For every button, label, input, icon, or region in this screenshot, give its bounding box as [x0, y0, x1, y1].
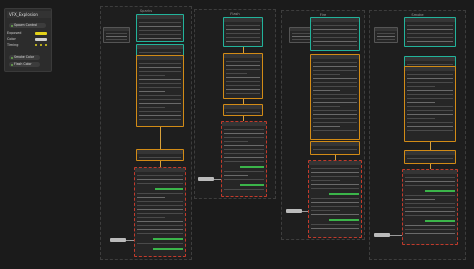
parameter-wire	[390, 235, 402, 236]
input-node[interactable]	[374, 27, 398, 43]
parameter-wire	[126, 240, 134, 241]
property-flash-color[interactable]: Flash Color	[9, 62, 40, 67]
flow-connector	[430, 142, 431, 150]
property-label: Flash Color	[14, 62, 32, 66]
spawn-context-node[interactable]	[310, 17, 360, 51]
property-dot-icon	[10, 24, 13, 27]
update-particle-node[interactable]	[310, 141, 360, 155]
spawn-context-node[interactable]	[223, 17, 263, 47]
color-field-yellow[interactable]	[35, 32, 47, 35]
property-label: Spawn Control	[14, 23, 38, 27]
property-label: Timing	[7, 43, 19, 47]
parameter-node[interactable]	[286, 209, 302, 213]
graph-title: VFX_Explosion	[7, 11, 51, 18]
flow-connector	[160, 127, 161, 149]
update-particle-node[interactable]	[223, 104, 263, 116]
update-particle-node[interactable]	[404, 150, 456, 164]
frame-title: Flash	[230, 12, 240, 16]
initialize-particle-node[interactable]	[136, 55, 184, 127]
property-row-timing: Timing	[7, 42, 49, 48]
frame-title: Sparks	[139, 9, 153, 13]
update-particle-node[interactable]	[136, 149, 184, 161]
keyframe-dot-icon[interactable]	[35, 44, 37, 46]
property-label: Color	[7, 37, 16, 41]
initialize-particle-node[interactable]	[310, 54, 360, 140]
parameter-node[interactable]	[374, 233, 390, 237]
property-dot-icon	[10, 56, 13, 59]
property-spawn-control[interactable]: Spawn Control	[9, 23, 46, 28]
properties-panel: VFX_Explosion Spawn Control Exposed Colo…	[4, 8, 52, 72]
property-smoke-color[interactable]: Smoke Color	[9, 55, 40, 60]
property-dot-icon	[10, 63, 13, 66]
spawn-context-node[interactable]	[136, 14, 184, 42]
output-particle-node[interactable]	[402, 169, 458, 245]
property-label: Exposed	[7, 31, 22, 35]
spawn-context-node[interactable]	[404, 17, 456, 47]
initialize-particle-node[interactable]	[223, 53, 263, 99]
parameter-node[interactable]	[110, 238, 126, 242]
output-particle-node[interactable]	[308, 160, 362, 238]
color-field-white[interactable]	[35, 38, 47, 41]
input-node[interactable]	[103, 27, 130, 43]
parameter-node[interactable]	[198, 177, 214, 181]
output-particle-node[interactable]	[221, 121, 267, 197]
keyframe-dot-icon[interactable]	[40, 44, 42, 46]
keyframe-dot-icon[interactable]	[45, 44, 47, 46]
initialize-particle-node[interactable]	[404, 66, 456, 142]
parameter-wire	[302, 211, 308, 212]
output-particle-node[interactable]	[134, 167, 186, 257]
property-label: Smoke Color	[14, 55, 35, 59]
parameter-wire	[214, 179, 221, 180]
